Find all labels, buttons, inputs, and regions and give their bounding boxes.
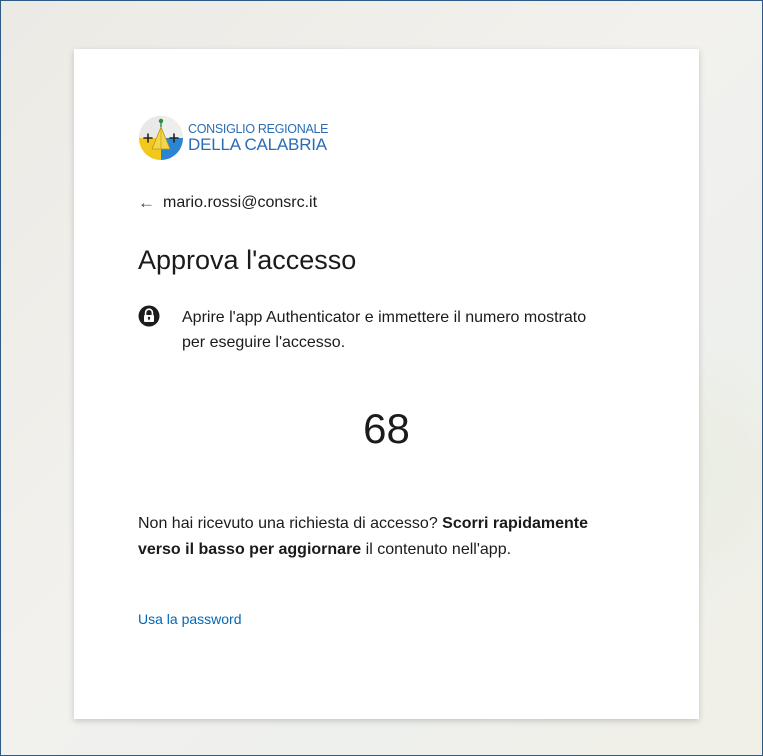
account-email: mario.rossi@consrc.it: [163, 194, 318, 211]
instruction-text: Aprire l'app Authenticator e immettere i…: [182, 309, 587, 351]
page-background: CONSIGLIO REGIONALE DELLA CALABRIA ← mar…: [0, 0, 763, 756]
instruction-row: Aprire l'app Authenticator e immettere i…: [138, 305, 608, 355]
use-password-link[interactable]: Usa la password: [138, 611, 242, 627]
page-title: Approva l'accesso: [138, 245, 357, 275]
calabria-emblem-icon: [139, 116, 183, 160]
logo-wordmark: CONSIGLIO REGIONALE DELLA CALABRIA: [188, 123, 328, 154]
lock-icon: [138, 305, 160, 327]
arrow-left-icon[interactable]: ←: [138, 193, 155, 213]
logo-line-2: DELLA CALABRIA: [188, 135, 327, 155]
sign-in-card: CONSIGLIO REGIONALE DELLA CALABRIA ← mar…: [74, 49, 699, 719]
logo-line-1: CONSIGLIO REGIONALE: [188, 121, 329, 136]
authenticator-number: 68: [363, 405, 410, 452]
help-text-prefix: Non hai ricevuto una richiesta di access…: [138, 515, 443, 532]
identity-banner: ← mario.rossi@consrc.it: [138, 193, 317, 213]
help-text: Non hai ricevuto una richiesta di access…: [138, 511, 608, 563]
organization-logo: CONSIGLIO REGIONALE DELLA CALABRIA: [138, 115, 328, 161]
help-text-suffix: il contenuto nell'app.: [361, 541, 512, 558]
